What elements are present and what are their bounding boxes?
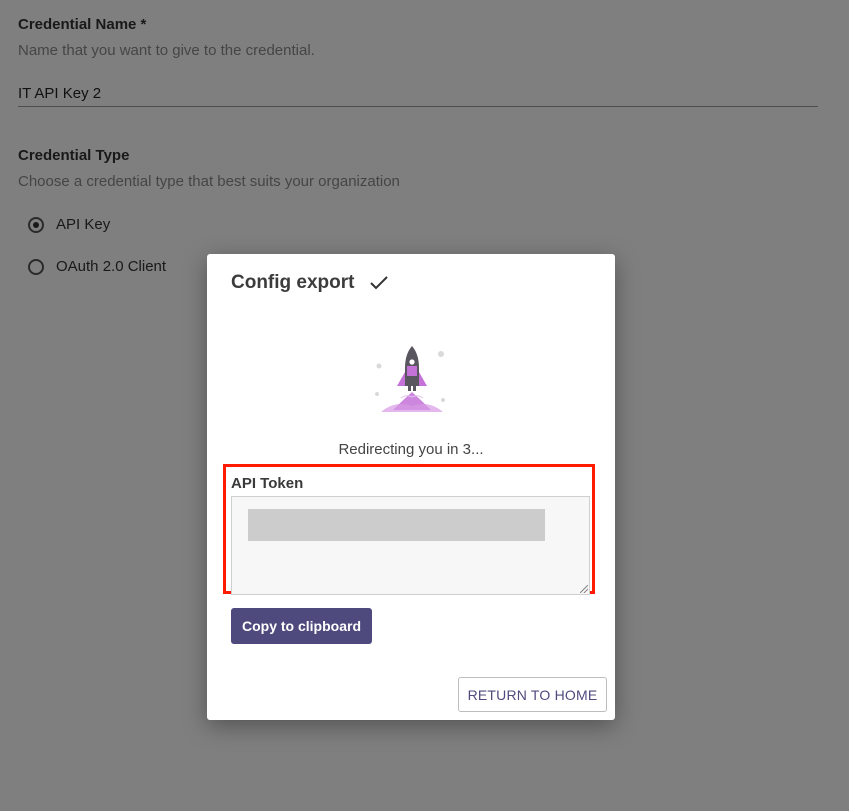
dialog-title: Config export xyxy=(231,272,389,294)
api-token-textarea[interactable] xyxy=(231,496,590,595)
dialog-title-text: Config export xyxy=(231,272,355,293)
api-token-label: API Token xyxy=(231,475,304,492)
return-to-home-button[interactable]: RETURN TO HOME xyxy=(458,677,607,712)
redacted-token-value xyxy=(248,509,545,541)
resize-grip-icon[interactable] xyxy=(580,585,588,593)
rocket-launch-illustration xyxy=(375,346,445,412)
copy-to-clipboard-button[interactable]: Copy to clipboard xyxy=(231,608,372,644)
config-export-dialog: Config export Redirecting you in 3... AP… xyxy=(207,254,615,720)
redirect-countdown-text: Redirecting you in 3... xyxy=(338,441,484,458)
check-icon xyxy=(369,276,388,290)
